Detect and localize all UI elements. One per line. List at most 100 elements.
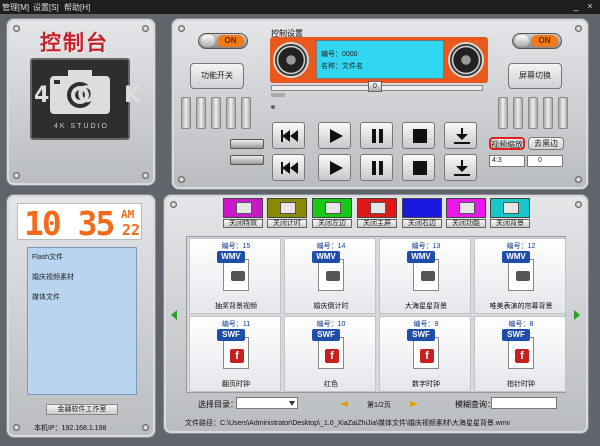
media-tile-9[interactable]: 编号：9 SWF f 数字时钟: [379, 316, 471, 392]
screw-icon: [142, 172, 149, 179]
minimize-button[interactable]: _: [571, 1, 581, 12]
chip-close-right[interactable]: 关闭右边: [402, 198, 442, 228]
download-button[interactable]: [444, 122, 477, 149]
play-button-2[interactable]: [318, 154, 351, 181]
chip-close-background[interactable]: 关闭背景: [490, 198, 530, 228]
ratio-offset-value: 0: [538, 157, 542, 164]
eq-slider[interactable]: [528, 97, 538, 129]
file-type-badge: SWF: [217, 329, 245, 341]
media-tile-11[interactable]: 编号：11 SWF f 翻页时钟: [189, 316, 281, 392]
chip-close-main[interactable]: 关闭主屏: [357, 198, 397, 228]
stop-icon: [413, 129, 427, 143]
eq-slider[interactable]: [498, 97, 508, 129]
menu-settings[interactable]: 设置[S]: [33, 2, 59, 13]
ratio-select[interactable]: 4:3: [489, 155, 525, 167]
eq-slider[interactable]: [513, 97, 523, 129]
download-icon: [454, 128, 470, 144]
list-item[interactable]: 婚庆视频素材: [32, 272, 74, 282]
tile-number: 编号：15: [221, 243, 251, 250]
chip-screen: [357, 198, 397, 218]
power-toggle-right[interactable]: ON: [512, 33, 562, 49]
screen-switch-button[interactable]: 屏幕切换: [508, 63, 562, 89]
chip-label: 关闭背景: [490, 219, 530, 228]
wmv-file-icon: WMV: [407, 251, 443, 295]
tile-filename: 红色: [324, 381, 338, 388]
file-type-badge: WMV: [407, 251, 435, 263]
chip-close-timer[interactable]: 关闭计时: [267, 198, 307, 228]
logo-text: 4OK: [34, 83, 170, 108]
pause-button-2[interactable]: [360, 154, 393, 181]
pause-icon: [372, 129, 383, 143]
prev-page-arrow-icon[interactable]: [171, 310, 177, 320]
media-tile-13[interactable]: 编号：13 WMV 大海星星背景: [379, 238, 471, 314]
video-scale-button[interactable]: 视频缩放: [489, 137, 525, 150]
next-page-arrow-icon[interactable]: [574, 310, 580, 320]
monitor-icon: [325, 202, 341, 214]
tile-number: 编号：9: [413, 321, 439, 328]
monitor-icon: [236, 202, 252, 214]
download-button-2[interactable]: [444, 154, 477, 181]
media-tile-8[interactable]: 编号：8 SWF f 指针时钟: [474, 316, 566, 392]
eq-slider[interactable]: [558, 97, 568, 129]
progress-thumb[interactable]: 0: [368, 81, 382, 92]
chip-close-left[interactable]: 关闭左边: [312, 198, 352, 228]
logo-subtitle: 4K STUDIO: [54, 123, 109, 130]
file-type-badge: WMV: [312, 251, 340, 263]
tile-filename: 抽奖背景视频: [215, 303, 257, 310]
ratio-offset-spin[interactable]: 0: [527, 155, 563, 167]
chip-close-function[interactable]: 关闭功能: [446, 198, 486, 228]
stop-button[interactable]: [402, 122, 435, 149]
file-type-badge: SWF: [407, 329, 435, 341]
fuzzy-search-input[interactable]: [491, 397, 557, 409]
eq-slider[interactable]: [181, 97, 191, 129]
previous-button-2[interactable]: [272, 154, 305, 181]
folder-list[interactable]: Flash文件 婚庆视频素材 媒体文件: [27, 247, 137, 395]
media-tile-12[interactable]: 编号：12 WMV 唯美表演的帘幕背景: [474, 238, 566, 314]
chip-label: 关闭左边: [312, 219, 352, 228]
clock-ampm: AM: [121, 208, 135, 221]
stop-button-2[interactable]: [402, 154, 435, 181]
play-button[interactable]: [318, 122, 351, 149]
console-title: 控制台: [40, 32, 109, 55]
fuzzy-search-label: 模糊查询：: [455, 400, 495, 409]
directory-select[interactable]: [236, 397, 298, 409]
list-item[interactable]: 媒体文件: [32, 292, 60, 302]
next-page-icon[interactable]: [410, 401, 418, 407]
progress-indicator: [271, 93, 285, 97]
eq-slider[interactable]: [543, 97, 553, 129]
menu-manage[interactable]: 管理[M]: [2, 2, 29, 13]
screw-icon: [575, 176, 582, 183]
close-button[interactable]: ×: [585, 1, 595, 12]
ratio-select-value: 4:3: [492, 157, 502, 164]
indicator-switch[interactable]: [230, 139, 264, 149]
media-tile-15[interactable]: 编号：15 WMV 抽奖背景视频: [189, 238, 281, 314]
chip-close-effects[interactable]: 关闭特效: [223, 198, 263, 228]
screw-icon: [13, 25, 20, 32]
eq-slider[interactable]: [211, 97, 221, 129]
eq-slider[interactable]: [196, 97, 206, 129]
previous-button[interactable]: [272, 122, 305, 149]
screw-icon: [178, 25, 185, 32]
chip-screen: [402, 198, 442, 218]
toggle-knob: [201, 35, 215, 47]
file-type-badge: WMV: [502, 251, 530, 263]
remove-black-border-button[interactable]: 去黑边: [528, 137, 564, 150]
prev-page-icon[interactable]: [340, 401, 348, 407]
chip-label: 关闭计时: [267, 219, 307, 228]
media-tile-14[interactable]: 编号：14 WMV 婚庆倒计时: [284, 238, 376, 314]
chip-screen: [312, 198, 352, 218]
power-toggle-left[interactable]: ON: [198, 33, 248, 49]
pause-button[interactable]: [360, 122, 393, 149]
local-ip: 本机IP：192.168.1.198: [34, 425, 107, 432]
menu-help[interactable]: 帮助[H]: [64, 2, 90, 13]
monitor-icon: [503, 202, 519, 214]
list-item[interactable]: Flash文件: [32, 252, 63, 262]
dot-icon: [271, 105, 275, 109]
indicator-switch[interactable]: [230, 155, 264, 165]
tile-filename: 翻页时钟: [222, 381, 250, 388]
media-tile-10[interactable]: 编号：10 SWF f 红色: [284, 316, 376, 392]
power-function-button[interactable]: 功能开关: [190, 63, 244, 89]
eq-slider[interactable]: [241, 97, 251, 129]
eq-slider[interactable]: [226, 97, 236, 129]
screw-icon: [13, 172, 20, 179]
